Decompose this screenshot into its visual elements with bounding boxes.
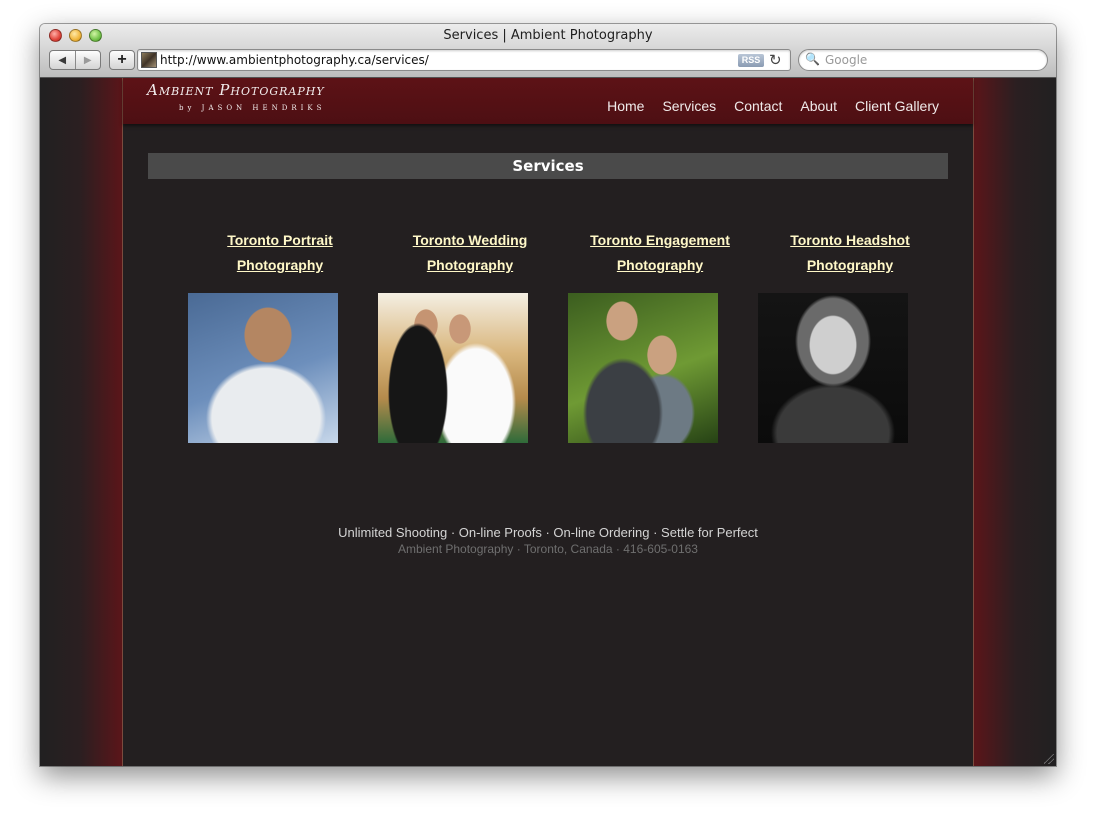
search-icon[interactable]: 🔍 [805, 52, 820, 66]
site-logo[interactable]: Ambient Photography by JASON HENDRIKS [147, 81, 347, 121]
service-link-line1: Toronto Wedding [412, 232, 528, 248]
forward-button[interactable]: ▶ [76, 51, 101, 69]
nav-client-gallery[interactable]: Client Gallery [855, 98, 939, 114]
add-bookmark-button[interactable]: + [109, 50, 135, 70]
footer-contact: Ambient Photography · Toronto, Canada · … [398, 542, 698, 556]
search-input[interactable] [825, 52, 1035, 68]
service-headshot: Toronto Headshot Photography [755, 228, 945, 278]
site-footer: Unlimited Shooting · On-line Proofs · On… [123, 524, 973, 557]
back-button[interactable]: ◀ [50, 51, 76, 69]
service-link-line2: Photography [236, 257, 324, 273]
nav-about[interactable]: About [800, 98, 837, 114]
service-link-line1: Toronto Headshot [790, 232, 910, 248]
service-engagement: Toronto Engagement Photography [565, 228, 755, 278]
browser-toolbar: Services | Ambient Photography ◀ ▶ + htt… [40, 24, 1056, 78]
service-wedding-link[interactable]: Toronto Wedding Photography [375, 228, 565, 278]
nav-services[interactable]: Services [662, 98, 716, 114]
logo-byline: by JASON HENDRIKS [179, 104, 326, 112]
window-title: Services | Ambient Photography [443, 28, 653, 43]
url-text[interactable]: http://www.ambientphotography.ca/service… [160, 53, 429, 67]
service-link-line2: Photography [806, 257, 894, 273]
history-buttons: ◀ ▶ [49, 50, 101, 70]
nav-contact[interactable]: Contact [734, 98, 782, 114]
rss-button[interactable]: RSS [738, 54, 764, 67]
service-portrait: Toronto Portrait Photography [185, 228, 375, 278]
headshot-photo[interactable] [758, 293, 908, 443]
service-link-line1: Toronto Portrait [227, 232, 333, 248]
service-link-line2: Photography [616, 257, 704, 273]
service-wedding: Toronto Wedding Photography [375, 228, 565, 278]
page-title: Services [148, 153, 948, 179]
search-bar[interactable]: 🔍 [798, 49, 1048, 71]
service-engagement-link[interactable]: Toronto Engagement Photography [565, 228, 755, 278]
logo-title: Ambient Photography [147, 81, 325, 99]
engagement-photo[interactable] [568, 293, 718, 443]
service-link-line1: Toronto Engagement [590, 232, 730, 248]
service-portrait-link[interactable]: Toronto Portrait Photography [185, 228, 375, 278]
nav-home[interactable]: Home [607, 98, 644, 114]
services-grid: Toronto Portrait Photography Toronto Wed… [123, 228, 973, 448]
main-nav: Home Services Contact About Client Galle… [607, 98, 939, 114]
footer-tagline: Unlimited Shooting · On-line Proofs · On… [338, 525, 758, 540]
resize-grip-icon[interactable] [1044, 754, 1054, 764]
page-content: Ambient Photography by JASON HENDRIKS Ho… [122, 78, 974, 766]
service-link-line2: Photography [426, 257, 514, 273]
page-viewport: Ambient Photography by JASON HENDRIKS Ho… [40, 78, 1056, 766]
service-headshot-link[interactable]: Toronto Headshot Photography [755, 228, 945, 278]
address-bar[interactable]: http://www.ambientphotography.ca/service… [137, 49, 791, 71]
site-header: Ambient Photography by JASON HENDRIKS Ho… [123, 78, 973, 124]
site-favicon-icon [141, 52, 157, 68]
wedding-photo[interactable] [378, 293, 528, 443]
reload-icon[interactable]: ↻ [769, 51, 782, 69]
portrait-photo[interactable] [188, 293, 338, 443]
browser-window: Services | Ambient Photography ◀ ▶ + htt… [40, 24, 1056, 766]
